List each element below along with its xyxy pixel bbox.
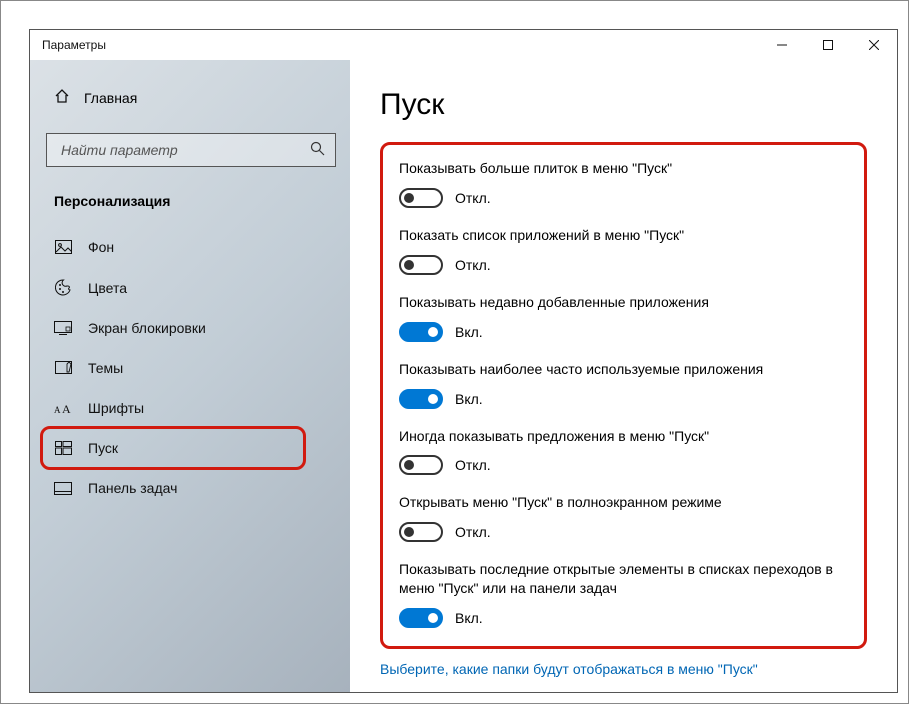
page-title: Пуск	[380, 88, 867, 122]
toggle-suggestions[interactable]	[399, 455, 443, 475]
sidebar-item-themes[interactable]: Темы	[46, 348, 336, 388]
search-input[interactable]	[59, 141, 310, 159]
setting-label: Показать список приложений в меню "Пуск"	[399, 226, 848, 245]
toggle-more-tiles[interactable]	[399, 188, 443, 208]
close-button[interactable]	[851, 30, 897, 60]
taskbar-icon	[54, 482, 72, 495]
setting-label: Показывать недавно добавленные приложени…	[399, 293, 848, 312]
setting-recently-added: Показывать недавно добавленные приложени…	[399, 293, 848, 342]
toggle-state: Откл.	[455, 190, 491, 206]
home-icon	[54, 88, 70, 107]
sidebar-item-label: Темы	[88, 360, 123, 376]
content-pane: Пуск Показывать больше плиток в меню "Пу…	[350, 60, 897, 692]
minimize-icon	[777, 40, 787, 50]
settings-group: Показывать больше плиток в меню "Пуск" О…	[380, 142, 867, 649]
sidebar-home[interactable]: Главная	[46, 80, 336, 115]
sidebar-item-label: Панель задач	[88, 480, 177, 496]
lockscreen-icon	[54, 321, 72, 335]
themes-icon	[54, 361, 72, 376]
svg-text:A: A	[54, 405, 61, 415]
setting-label: Показывать больше плиток в меню "Пуск"	[399, 159, 848, 178]
maximize-button[interactable]	[805, 30, 851, 60]
setting-label: Иногда показывать предложения в меню "Пу…	[399, 427, 848, 446]
svg-text:A: A	[62, 402, 71, 415]
setting-more-tiles: Показывать больше плиток в меню "Пуск" О…	[399, 159, 848, 208]
setting-suggestions: Иногда показывать предложения в меню "Пу…	[399, 427, 848, 476]
toggle-jumplists[interactable]	[399, 608, 443, 628]
sidebar-item-label: Цвета	[88, 280, 127, 296]
sidebar-item-background[interactable]: Фон	[46, 227, 336, 267]
picture-icon	[54, 240, 72, 254]
setting-label: Открывать меню "Пуск" в полноэкранном ре…	[399, 493, 848, 512]
setting-most-used: Показывать наиболее часто используемые п…	[399, 360, 848, 409]
palette-icon	[54, 279, 72, 296]
toggle-most-used[interactable]	[399, 389, 443, 409]
close-icon	[869, 40, 879, 50]
sidebar-home-label: Главная	[84, 90, 137, 106]
toggle-state: Вкл.	[455, 391, 483, 407]
sidebar-item-label: Пуск	[88, 440, 118, 456]
toggle-recently-added[interactable]	[399, 322, 443, 342]
sidebar-item-label: Шрифты	[88, 400, 144, 416]
setting-jumplists: Показывать последние открытые элементы в…	[399, 560, 848, 628]
toggle-state: Откл.	[455, 257, 491, 273]
toggle-app-list[interactable]	[399, 255, 443, 275]
sidebar-item-label: Фон	[88, 239, 114, 255]
titlebar: Параметры	[30, 30, 897, 60]
toggle-state: Откл.	[455, 457, 491, 473]
sidebar: Главная Персонализация Фон	[30, 60, 350, 692]
sidebar-item-label: Экран блокировки	[88, 320, 206, 336]
sidebar-category: Персонализация	[46, 193, 336, 227]
toggle-state: Вкл.	[455, 610, 483, 626]
setting-label: Показывать последние открытые элементы в…	[399, 560, 848, 598]
setting-fullscreen: Открывать меню "Пуск" в полноэкранном ре…	[399, 493, 848, 542]
sidebar-item-lockscreen[interactable]: Экран блокировки	[46, 308, 336, 348]
toggle-state: Вкл.	[455, 324, 483, 340]
choose-folders-link[interactable]: Выберите, какие папки будут отображаться…	[380, 661, 867, 677]
sidebar-item-taskbar[interactable]: Панель задач	[46, 468, 336, 508]
sidebar-item-start[interactable]: Пуск	[46, 428, 336, 468]
setting-label: Показывать наиболее часто используемые п…	[399, 360, 848, 379]
setting-app-list: Показать список приложений в меню "Пуск"…	[399, 226, 848, 275]
search-box[interactable]	[46, 133, 336, 167]
settings-window: Параметры Главная	[29, 29, 898, 693]
window-controls	[759, 30, 897, 60]
sidebar-item-fonts[interactable]: AA Шрифты	[46, 388, 336, 428]
maximize-icon	[823, 40, 833, 50]
sidebar-item-colors[interactable]: Цвета	[46, 267, 336, 308]
toggle-fullscreen[interactable]	[399, 522, 443, 542]
window-title: Параметры	[42, 38, 106, 52]
fonts-icon: AA	[54, 401, 72, 415]
search-icon	[310, 141, 325, 159]
toggle-state: Откл.	[455, 524, 491, 540]
start-icon	[54, 441, 72, 455]
minimize-button[interactable]	[759, 30, 805, 60]
